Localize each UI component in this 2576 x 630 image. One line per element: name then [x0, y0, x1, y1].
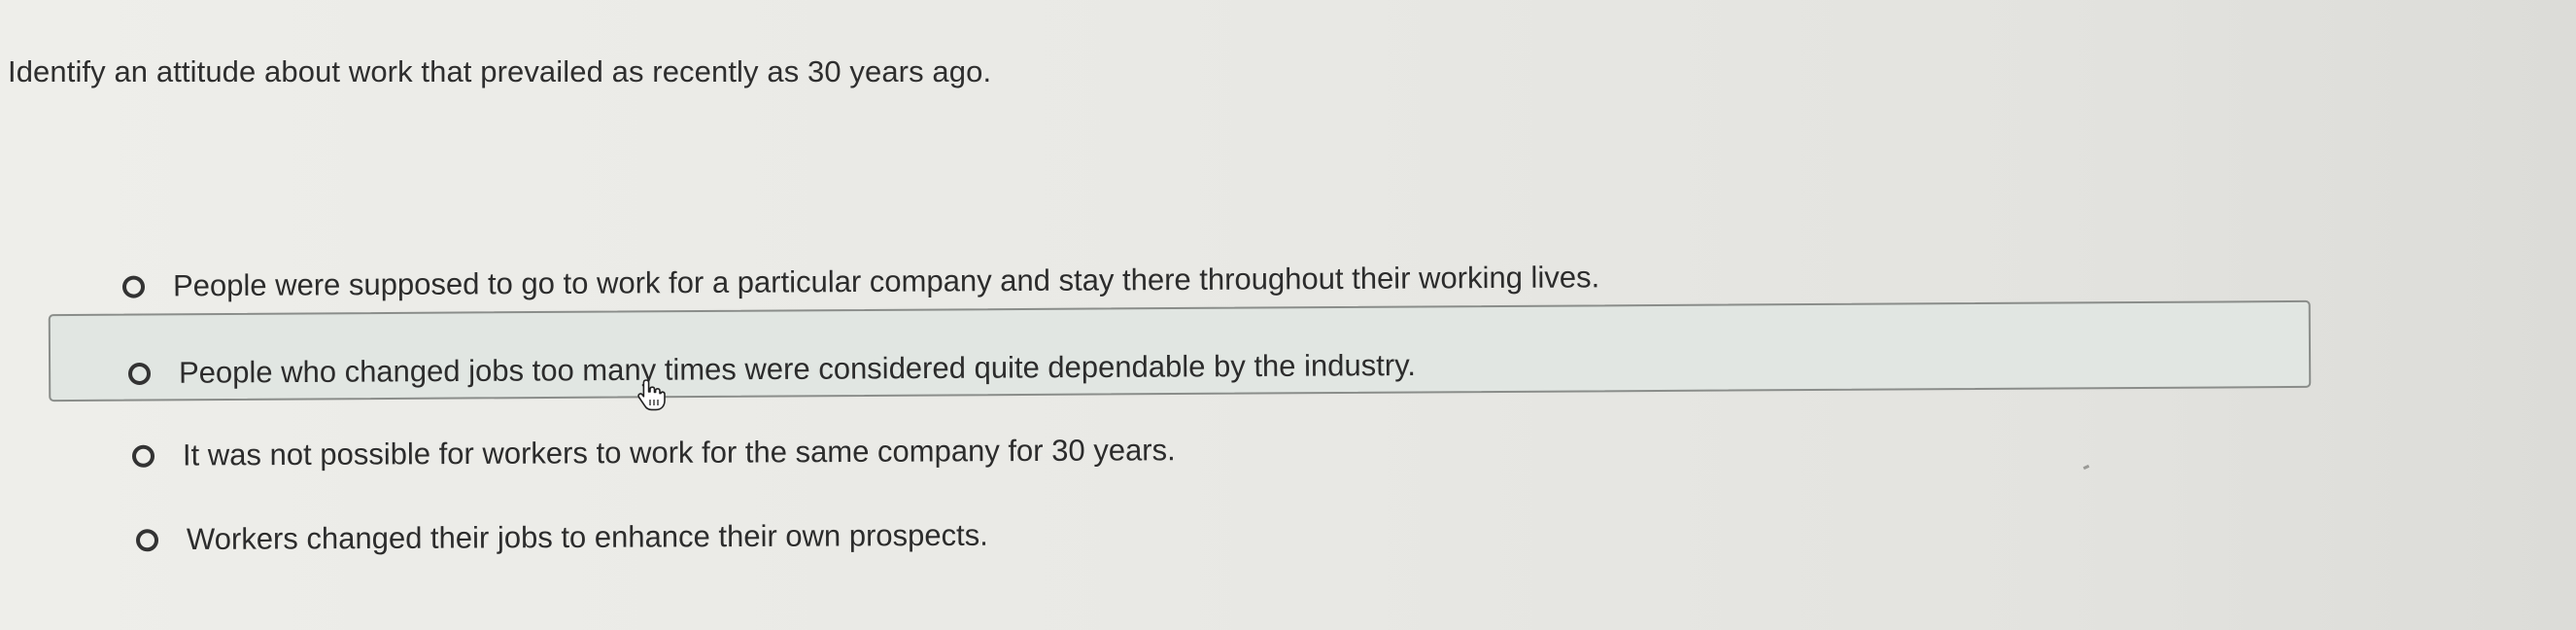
answer-option-3[interactable]: It was not possible for workers to work … [131, 433, 1176, 473]
radio-button-4[interactable] [135, 528, 159, 551]
radio-button-2[interactable] [127, 362, 152, 385]
answer-option-1-label: People were supposed to go to work for a… [172, 260, 1600, 303]
answer-options: People were supposed to go to work for a… [0, 0, 2576, 630]
answer-option-4[interactable]: Workers changed their jobs to enhance th… [135, 517, 988, 558]
answer-option-1[interactable]: People were supposed to go to work for a… [121, 260, 1600, 303]
answer-option-4-label: Workers changed their jobs to enhance th… [186, 517, 988, 557]
hand-pointer-icon [637, 379, 666, 411]
radio-button-1[interactable] [121, 275, 146, 298]
answer-option-3-label: It was not possible for workers to work … [182, 433, 1176, 472]
radio-button-3[interactable] [131, 444, 155, 468]
